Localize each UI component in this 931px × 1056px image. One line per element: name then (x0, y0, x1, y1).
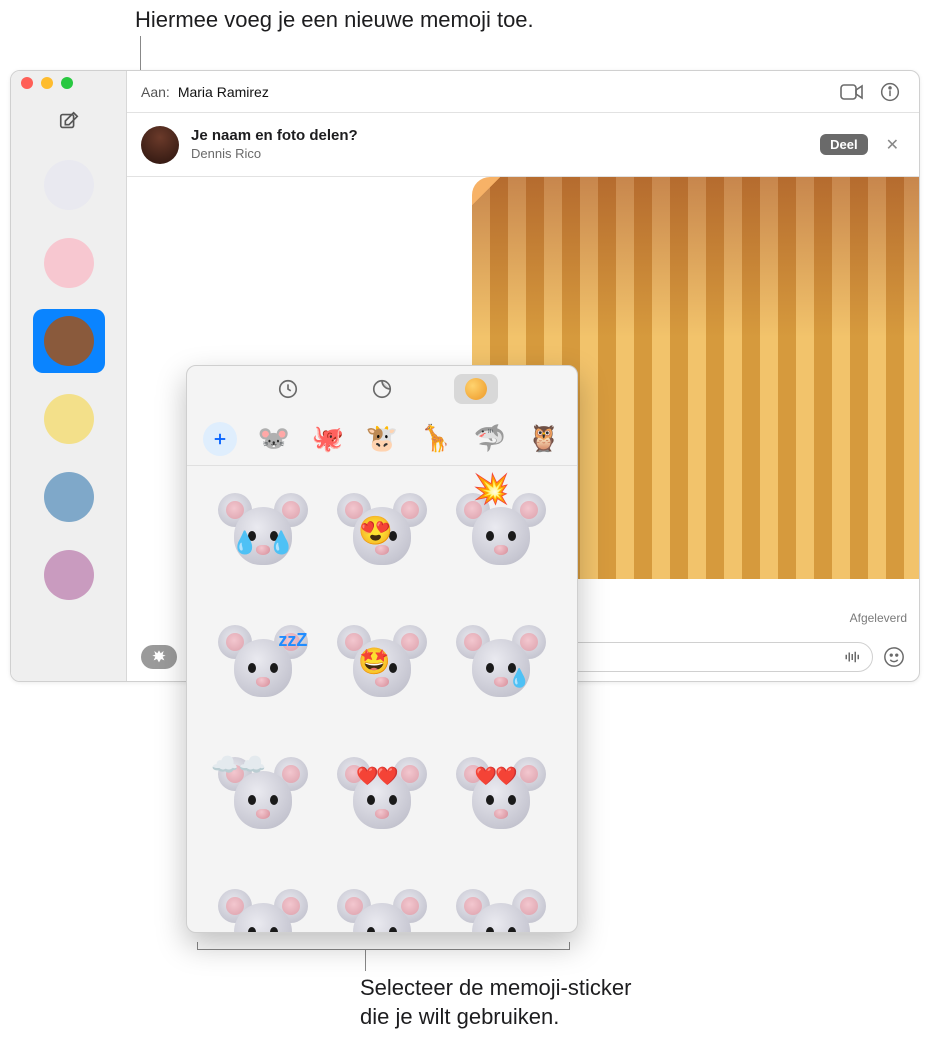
window-close-button[interactable] (21, 77, 33, 89)
popover-tabs (187, 366, 577, 412)
compose-new-message-button[interactable] (52, 107, 86, 135)
apps-button[interactable] (141, 645, 177, 669)
video-icon (840, 83, 864, 101)
compose-icon (58, 110, 80, 132)
mouse-icon: 🐭 (258, 423, 290, 455)
clock-icon (277, 378, 299, 400)
callout-select-sticker: Selecteer de memoji-sticker die je wilt … (360, 974, 631, 1031)
window-zoom-button[interactable] (61, 77, 73, 89)
callout-leader (197, 942, 198, 950)
mouse-icon (456, 757, 546, 835)
mouse-icon (456, 493, 546, 571)
sticker-mouse-loving-cheeks[interactable]: ❤️❤️ (453, 748, 549, 844)
giraffe-icon: 🦒 (420, 423, 452, 455)
callout-leader (365, 949, 366, 971)
memoji-icon (465, 378, 487, 400)
cow-icon: 🐮 (366, 423, 398, 455)
to-label: Aan: (141, 84, 170, 100)
mouse-icon (218, 493, 308, 571)
close-icon: ✕ (886, 137, 899, 154)
avatar (44, 316, 94, 366)
popover-tab-recents[interactable] (266, 374, 310, 404)
popover-tab-memoji[interactable] (454, 374, 498, 404)
octopus-icon: 🐙 (312, 423, 344, 455)
memoji-character-row: 🐭 🐙 🐮 🦒 🦈 🦉 (187, 412, 577, 466)
banner-subtitle: Dennis Rico (191, 146, 358, 162)
mouse-icon (218, 625, 308, 703)
mouse-icon (337, 889, 427, 932)
mouse-icon (337, 493, 427, 571)
banner-avatar (141, 126, 179, 164)
conversation-sidebar (11, 71, 127, 681)
sticker-mouse-mind-blown[interactable]: 💥 (453, 484, 549, 580)
shark-icon: 🦈 (474, 423, 506, 455)
conversation-item[interactable] (33, 465, 105, 529)
avatar (44, 238, 94, 288)
memoji-character-cow[interactable]: 🐮 (362, 419, 402, 459)
callout-leader (569, 942, 570, 950)
sticker-mouse-starstruck[interactable]: 🤩 (334, 616, 430, 712)
memoji-character-octopus[interactable]: 🐙 (308, 419, 348, 459)
smiley-icon (883, 646, 905, 668)
sticker-mouse-pleading[interactable] (215, 880, 311, 932)
share-name-photo-banner: Je naam en foto delen? Dennis Rico Deel … (127, 113, 919, 177)
avatar (44, 472, 94, 522)
sticker-mouse-sleeping[interactable]: zzZ (215, 616, 311, 712)
callout-add-memoji: Hiermee voeg je een nieuwe memoji toe. (135, 6, 534, 35)
recipient-name[interactable]: Maria Ramirez (178, 84, 269, 100)
details-button[interactable] (875, 80, 905, 104)
conversation-item[interactable] (33, 309, 105, 373)
avatar (44, 550, 94, 600)
sticker-icon (371, 378, 393, 400)
facetime-button[interactable] (837, 80, 867, 104)
mouse-icon (337, 625, 427, 703)
conversation-item[interactable] (33, 543, 105, 607)
voice-memo-button[interactable] (842, 646, 864, 668)
plus-icon (211, 430, 229, 448)
sticker-mouse-angry[interactable] (334, 880, 430, 932)
memoji-character-mouse[interactable]: 🐭 (254, 419, 294, 459)
mouse-icon (218, 757, 308, 835)
mouse-icon (456, 889, 546, 932)
sticker-mouse-blowing-kiss[interactable]: ❤️❤️ (334, 748, 430, 844)
sticker-mouse-in-clouds[interactable]: ☁️☁️ (215, 748, 311, 844)
avatar (44, 160, 94, 210)
popover-tab-stickers[interactable] (360, 374, 404, 404)
avatar (44, 394, 94, 444)
memoji-character-shark[interactable]: 🦈 (470, 419, 510, 459)
banner-dismiss-button[interactable]: ✕ (880, 131, 905, 159)
sticker-mouse-cold-sweat[interactable]: 💧 (453, 880, 549, 932)
delivery-status: Afgeleverd (850, 611, 907, 625)
conversation-item[interactable] (33, 231, 105, 295)
window-minimize-button[interactable] (41, 77, 53, 89)
conversation-list (33, 153, 105, 607)
mouse-icon (218, 889, 308, 932)
sticker-mouse-joy-tears[interactable]: 💧💧 (215, 484, 311, 580)
sticker-mouse-single-tear[interactable]: 💧 (453, 616, 549, 712)
banner-title: Je naam en foto delen? (191, 127, 358, 146)
waveform-icon (844, 650, 862, 664)
conversation-item[interactable] (33, 387, 105, 451)
window-traffic-lights (11, 77, 73, 89)
owl-icon: 🦉 (528, 423, 560, 455)
share-button[interactable]: Deel (820, 134, 867, 155)
mouse-icon (456, 625, 546, 703)
appstore-icon (151, 649, 167, 665)
sticker-mouse-heart-eyes[interactable]: 😍 (334, 484, 430, 580)
add-memoji-button[interactable] (200, 419, 240, 459)
info-icon (880, 82, 900, 102)
mouse-icon (337, 757, 427, 835)
sticker-scroll-area[interactable]: 💧💧😍💥zzZ🤩💧☁️☁️❤️❤️❤️❤️💧 (187, 466, 577, 932)
memoji-sticker-popover: 🐭🐙🐮🦒🦈🦉 💧💧😍💥zzZ🤩💧☁️☁️❤️❤️❤️❤️💧 (186, 365, 578, 933)
conversation-header: Aan: Maria Ramirez (127, 71, 919, 113)
memoji-character-owl[interactable]: 🦉 (524, 419, 564, 459)
conversation-item[interactable] (33, 153, 105, 217)
emoji-picker-button[interactable] (883, 646, 905, 668)
memoji-character-giraffe[interactable]: 🦒 (416, 419, 456, 459)
callout-leader (197, 949, 570, 950)
